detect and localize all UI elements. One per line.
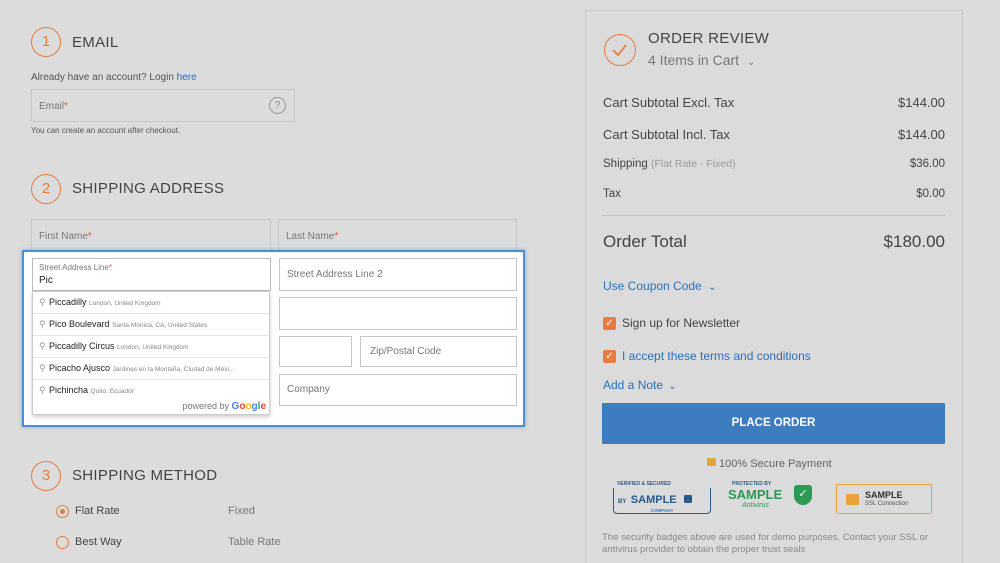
- coupon-code-link[interactable]: Use Coupon Code ⌄: [603, 279, 716, 293]
- order-total-value: $180.00: [883, 232, 945, 251]
- help-icon[interactable]: ?: [269, 97, 286, 114]
- lock-icon: [684, 495, 693, 503]
- company-input[interactable]: Company: [279, 374, 517, 406]
- last-name-field[interactable]: Last Name*: [278, 219, 517, 251]
- newsletter-checkbox[interactable]: ✓: [603, 317, 616, 330]
- best-way-carrier: Table Rate: [228, 536, 281, 548]
- street-address-2-input[interactable]: Street Address Line 2: [279, 258, 517, 291]
- best-way-radio[interactable]: [56, 536, 69, 549]
- lock-icon: [846, 494, 859, 505]
- tax-value: $0.00: [916, 188, 945, 200]
- autocomplete-item[interactable]: ⚲ Piccadilly London, United Kingdom: [33, 292, 269, 314]
- secure-payment-note: 100% Secure Payment: [707, 458, 832, 470]
- login-link[interactable]: here: [177, 72, 197, 83]
- zip-placeholder: Zip/Postal Code: [370, 346, 442, 357]
- autocomplete-item[interactable]: ⚲ Piccadilly Circus London, United Kingdo…: [33, 336, 269, 358]
- location-pin-icon: ⚲: [39, 297, 46, 307]
- chevron-down-icon: ⌄: [668, 381, 677, 392]
- subtotal-excl-label: Cart Subtotal Excl. Tax: [603, 95, 735, 110]
- flat-rate-radio[interactable]: [56, 505, 69, 518]
- login-prompt: Already have an account? Login here: [31, 72, 197, 83]
- ssl-badge: SAMPLE SSL Connection: [836, 484, 932, 514]
- terms-link[interactable]: I accept these terms and conditions: [622, 349, 811, 363]
- google-logo: Google: [231, 401, 266, 412]
- shipping-value: $36.00: [909, 158, 945, 170]
- terms-checkbox[interactable]: ✓: [603, 350, 616, 363]
- street-address-1-label: Street Address Line*: [39, 263, 112, 272]
- shield-icon: ✓: [794, 485, 812, 505]
- chevron-down-icon: ⌄: [746, 57, 756, 68]
- street-address-1-value: Pic: [39, 275, 53, 286]
- place-order-button[interactable]: PLACE ORDER: [602, 403, 945, 444]
- email-field[interactable]: Email* ?: [31, 89, 295, 122]
- email-hint: You can create an account after checkout…: [31, 126, 181, 135]
- shipping-method-step-number: 3: [31, 461, 61, 491]
- state-select[interactable]: [279, 336, 352, 367]
- newsletter-label[interactable]: Sign up for Newsletter: [622, 316, 740, 330]
- autocomplete-item[interactable]: ⚲ Picacho Ajusco Jardines en la Montaña, …: [33, 358, 269, 380]
- totals-divider: [602, 215, 945, 216]
- email-section-title: EMAIL: [72, 34, 119, 51]
- location-pin-icon: ⚲: [39, 385, 46, 395]
- street-address-2-placeholder: Street Address Line 2: [287, 269, 383, 280]
- location-pin-icon: ⚲: [39, 363, 46, 373]
- location-pin-icon: ⚲: [39, 319, 46, 329]
- security-disclaimer: The security badges above are used for d…: [602, 532, 928, 555]
- tax-label: Tax: [603, 188, 621, 200]
- last-name-label: Last Name*: [286, 231, 339, 242]
- zip-input[interactable]: Zip/Postal Code: [360, 336, 517, 367]
- autocomplete-item[interactable]: ⚲ Pico Boulevard Santa Monica, CA, United…: [33, 314, 269, 336]
- powered-by-google: powered by Google: [182, 401, 267, 412]
- company-placeholder: Company: [287, 384, 330, 395]
- antivirus-badge: PROTECTED BY SAMPLE Antivirus ✓: [728, 481, 818, 517]
- email-field-label: Email*: [39, 101, 68, 112]
- checkmark-icon: [604, 34, 636, 66]
- shipping-section-title: SHIPPING ADDRESS: [72, 180, 225, 197]
- subtotal-incl-value: $144.00: [898, 127, 945, 142]
- address-autocomplete-dropdown: ⚲ Piccadilly London, United Kingdom ⚲ Pico…: [32, 291, 270, 415]
- order-review-title: ORDER REVIEW: [648, 30, 770, 47]
- subtotal-excl-value: $144.00: [898, 95, 945, 110]
- chevron-down-icon: ⌄: [708, 282, 717, 293]
- city-input[interactable]: [279, 297, 517, 330]
- flat-rate-carrier: Fixed: [228, 505, 255, 517]
- items-in-cart-toggle[interactable]: 4 Items in Cart ⌄: [648, 52, 755, 68]
- first-name-field[interactable]: First Name*: [31, 219, 271, 251]
- street-address-1-input[interactable]: Street Address Line* Pic: [32, 258, 271, 291]
- subtotal-incl-label: Cart Subtotal Incl. Tax: [603, 127, 730, 142]
- verified-badge: VERIFIED & SECURED BY SAMPLE COMPANY: [613, 481, 711, 517]
- login-prompt-text: Already have an account? Login: [31, 72, 174, 83]
- order-total-label: Order Total: [603, 232, 687, 251]
- shipping-row-label: Shipping (Flat Rate - Fixed): [603, 158, 736, 170]
- best-way-label[interactable]: Best Way: [75, 536, 122, 548]
- lock-icon: [707, 458, 716, 466]
- shipping-step-number: 2: [31, 174, 61, 204]
- email-step-number: 1: [31, 27, 61, 57]
- add-note-link[interactable]: Add a Note ⌄: [603, 378, 677, 392]
- flat-rate-label[interactable]: Flat Rate: [75, 505, 120, 517]
- first-name-label: First Name*: [39, 231, 92, 242]
- shipping-method-title: SHIPPING METHOD: [72, 467, 218, 484]
- autocomplete-item[interactable]: ⚲ Pichincha Quito, Ecuador: [33, 380, 269, 402]
- location-pin-icon: ⚲: [39, 341, 46, 351]
